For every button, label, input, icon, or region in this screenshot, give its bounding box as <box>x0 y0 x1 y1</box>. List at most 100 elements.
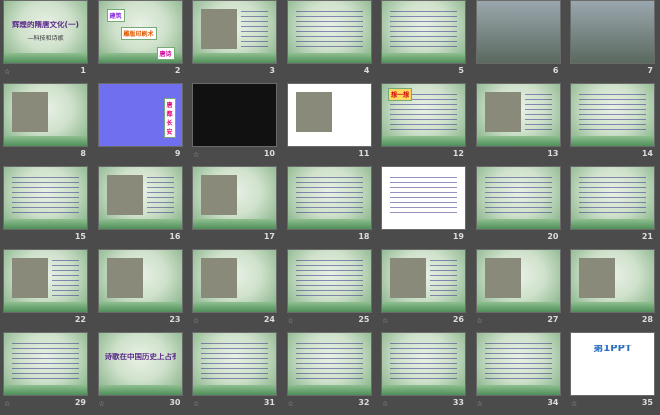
slide-thumbnail[interactable] <box>475 0 561 64</box>
slide-cell[interactable]: ☆ 29 <box>0 332 90 415</box>
slide-thumbnail[interactable] <box>286 0 372 64</box>
slide-thumbnail[interactable]: 第1PPT <box>570 332 655 396</box>
slide-thumbnail[interactable] <box>192 0 277 64</box>
transition-icon: ☆ <box>476 317 483 325</box>
slide-text-lines <box>579 177 646 215</box>
slide-cell[interactable]: 21 <box>567 166 657 249</box>
slide-cell[interactable]: ☆ 31 <box>189 332 279 415</box>
slide-number: 1 <box>80 66 86 75</box>
slide-text-lines <box>484 343 552 381</box>
slide-cell[interactable]: 6 <box>473 0 563 83</box>
slide-image <box>295 92 332 132</box>
slide-cell[interactable]: 5 <box>378 0 468 83</box>
slide-cell[interactable]: 建筑 雕版印刷术 唐诗 2 <box>95 0 185 83</box>
slide-thumbnail[interactable] <box>475 332 561 396</box>
slide-thumbnail[interactable] <box>381 0 466 64</box>
slide-cell[interactable]: ☆ 10 <box>189 83 279 166</box>
slide-thumbnail[interactable] <box>3 332 88 396</box>
slide-thumbnail[interactable] <box>192 83 277 147</box>
slide-cell[interactable]: ☆ 24 <box>189 249 279 332</box>
slide-thumbnail[interactable] <box>381 166 466 230</box>
slide-label-box: 雕版印刷术 <box>120 27 157 40</box>
slide-cell[interactable]: ☆ 33 <box>378 332 468 415</box>
slide-thumbnail[interactable] <box>286 332 372 396</box>
slide-thumbnail[interactable] <box>192 166 277 230</box>
slide-thumbnail[interactable] <box>286 166 372 230</box>
slide-thumbnail[interactable] <box>475 249 561 313</box>
slide-thumbnail[interactable] <box>286 249 372 313</box>
slide-thumbnail[interactable] <box>286 83 372 147</box>
slide-cell[interactable]: 11 <box>284 83 374 166</box>
slide-thumbnail[interactable]: 诗歌在中国历史上占有 <box>97 332 183 396</box>
slide-cell[interactable]: 16 <box>95 166 185 249</box>
slide-cell[interactable]: 15 <box>0 166 90 249</box>
slide-number: 6 <box>552 66 559 75</box>
slide-thumbnail[interactable]: 想一想 <box>381 83 466 147</box>
slide-number: 19 <box>452 232 464 241</box>
slide-text-lines <box>295 11 363 49</box>
slide-text-lines <box>484 177 552 215</box>
slide-text-lines <box>295 177 363 215</box>
slide-thumbnail[interactable] <box>475 83 561 147</box>
slide-image <box>12 92 48 132</box>
slide-cell[interactable]: 第1PPT ☆ 35 <box>567 332 657 415</box>
slide-cell[interactable]: 唐都长安 9 <box>95 83 185 166</box>
slide-cell[interactable]: 想一想 12 <box>378 83 468 166</box>
slide-thumbnail[interactable] <box>192 249 277 313</box>
slide-number: 7 <box>647 66 653 75</box>
slide-thumbnail[interactable] <box>97 166 183 230</box>
slide-cell[interactable]: 18 <box>284 166 374 249</box>
slide-thumbnail[interactable] <box>3 166 88 230</box>
slide-thumbnail[interactable] <box>3 249 88 313</box>
transition-icon: ☆ <box>571 400 578 408</box>
slide-cell[interactable]: 辉煌的隋唐文化(一) —科技和诗歌 ☆ 1 <box>0 0 90 83</box>
slide-cell[interactable]: 22 <box>0 249 90 332</box>
slide-text-lines <box>12 343 79 381</box>
slide-thumbnail[interactable] <box>3 83 88 147</box>
slide-cell[interactable]: ☆ 26 <box>378 249 468 332</box>
slide-thumbnail[interactable] <box>475 166 561 230</box>
slide-cell[interactable]: 7 <box>567 0 657 83</box>
slide-image <box>484 92 521 132</box>
transition-icon: ☆ <box>382 317 389 325</box>
slide-cell[interactable]: 28 <box>567 249 657 332</box>
slide-thumbnail[interactable] <box>570 83 655 147</box>
slide-text-lines <box>430 260 457 298</box>
slide-cell[interactable]: 8 <box>0 83 90 166</box>
slide-cell[interactable]: ☆ 32 <box>284 332 374 415</box>
slide-thumbnail[interactable] <box>192 332 277 396</box>
slide-cell[interactable]: 19 <box>378 166 468 249</box>
slide-number: 28 <box>641 315 653 324</box>
transition-icon: ☆ <box>98 400 105 408</box>
slide-thumbnail[interactable]: 建筑 雕版印刷术 唐诗 <box>97 0 183 64</box>
slide-cell[interactable]: 诗歌在中国历史上占有 ☆ 30 <box>95 332 185 415</box>
slide-cell[interactable]: ☆ 27 <box>473 249 563 332</box>
slide-cell[interactable]: 3 <box>189 0 279 83</box>
slide-cell[interactable]: 13 <box>473 83 563 166</box>
slide-text-lines <box>524 94 552 132</box>
slide-cell[interactable]: 20 <box>473 166 563 249</box>
slide-thumbnail[interactable] <box>570 166 655 230</box>
slide-cell[interactable]: ☆ 34 <box>473 332 563 415</box>
slide-title: 诗歌在中国历史上占有 <box>104 353 176 360</box>
slide-cell[interactable]: 23 <box>95 249 185 332</box>
slide-image <box>12 258 48 298</box>
slide-thumbnail[interactable] <box>570 249 655 313</box>
slide-cell[interactable]: 4 <box>284 0 374 83</box>
slide-thumbnail[interactable] <box>570 0 655 64</box>
slide-cell[interactable]: 14 <box>567 83 657 166</box>
slide-image <box>390 258 426 298</box>
slide-number: 30 <box>169 398 181 407</box>
slide-cell[interactable]: 17 <box>189 166 279 249</box>
slide-thumbnail[interactable] <box>381 332 466 396</box>
slide-number: 26 <box>452 315 464 324</box>
slide-cell[interactable]: ☆ 25 <box>284 249 374 332</box>
slide-number: 34 <box>547 398 559 407</box>
slide-thumbnail[interactable]: 辉煌的隋唐文化(一) —科技和诗歌 <box>3 0 88 64</box>
slide-thumbnail[interactable]: 唐都长安 <box>97 83 183 147</box>
slide-text-lines <box>390 11 457 49</box>
slide-image <box>579 258 615 298</box>
slide-thumbnail[interactable] <box>381 249 466 313</box>
slide-thumbnail[interactable] <box>97 249 183 313</box>
slide-image <box>201 9 237 49</box>
